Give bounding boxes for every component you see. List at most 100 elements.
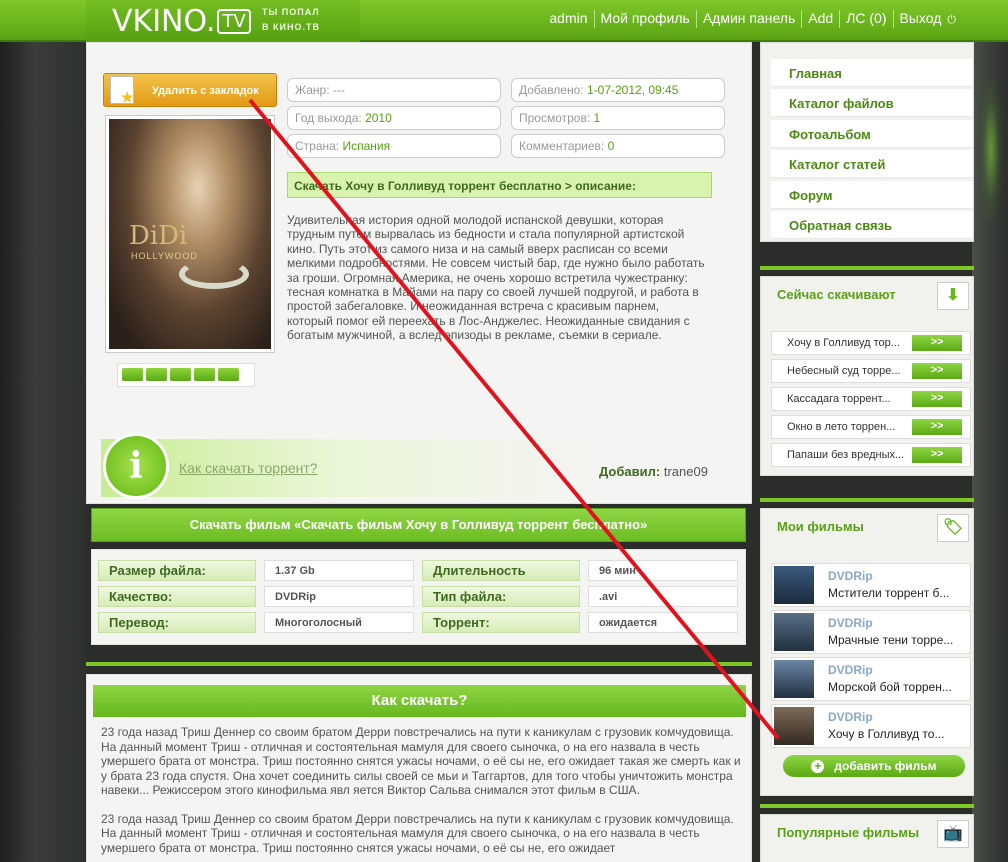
popular-films-header: Популярные фильмы 📺 <box>761 815 973 851</box>
downloading-item[interactable]: Хочу в Голливуд тор... >> <box>771 331 971 355</box>
rating-star-2[interactable] <box>146 368 167 381</box>
sidebar-item-photos[interactable]: Фотоальбом <box>771 120 973 148</box>
my-films-box: Мои фильмы 🏷 DVDRip Мстители торрент б..… <box>760 508 974 796</box>
downloading-item[interactable]: Кассадага торрент... >> <box>771 387 971 411</box>
film-quality: DVDRip <box>828 569 873 583</box>
top-bar: VKINO. TV ты попал в кино.тв admin Мой пр… <box>0 0 1008 42</box>
sidebar-item-feedback[interactable]: Обратная связь <box>771 211 973 239</box>
downloading-item-title: Небесный суд торре... <box>787 365 901 377</box>
downloading-item-title: Папаши без вредных... <box>787 449 905 461</box>
my-film-item[interactable]: DVDRip Морской бой торрен... <box>771 657 971 701</box>
spec-duration-label: Длительность <box>422 560 580 581</box>
film-quality: DVDRip <box>828 710 873 724</box>
film-title: Мрачные тени торре... <box>828 633 954 647</box>
bookmark-label: Удалить с закладок <box>152 85 259 97</box>
my-film-item[interactable]: DVDRip Мрачные тени торре... <box>771 610 971 654</box>
my-film-item[interactable]: DVDRip Мстители торрент б... <box>771 563 971 607</box>
sidebar-item-forum[interactable]: Форум <box>771 181 973 209</box>
remove-bookmark-button[interactable]: Удалить с закладок <box>103 73 277 107</box>
country-value[interactable]: Испания <box>343 139 391 153</box>
sidebar-item-home[interactable]: Главная <box>771 59 973 87</box>
nav-messages[interactable]: ЛС (0) <box>840 10 894 28</box>
film-title: Хочу в Голливуд то... <box>828 727 945 741</box>
info-added: Добавлено: 1-07-2012, 09:45 <box>511 78 725 102</box>
rating-stars[interactable] <box>117 363 255 387</box>
spec-size-value: 1.37 Gb <box>264 560 414 581</box>
film-title: Мстители торрент б... <box>828 586 950 600</box>
popular-films-box: Популярные фильмы 📺 <box>760 814 974 862</box>
logo-text: VKINO. <box>112 4 216 39</box>
go-button[interactable]: >> <box>912 335 962 351</box>
film-thumbnail <box>774 660 814 698</box>
sidebar: Главная Каталог файлов Фотоальбом Катало… <box>760 42 974 862</box>
country-label: Страна: <box>295 139 340 153</box>
site-logo[interactable]: VKINO. TV <box>112 4 251 39</box>
added-value: 1-07-2012, 09:45 <box>586 83 679 97</box>
sidebar-divider-3 <box>760 804 974 808</box>
rating-star-3[interactable] <box>170 368 191 381</box>
film-title: Морской бой торрен... <box>828 680 952 694</box>
nav-add[interactable]: Add <box>802 10 841 28</box>
sidebar-item-articles[interactable]: Каталог статей <box>771 150 973 178</box>
spec-filetype-label: Тип файла: <box>422 586 580 607</box>
background-left <box>0 40 86 862</box>
spec-size-label: Размер файла: <box>98 560 256 581</box>
download-arrow-icon: ⬇ <box>937 282 969 310</box>
howto-paragraph-1: 23 года назад Триш Деннер со своим брато… <box>101 725 741 797</box>
rating-star-1[interactable] <box>122 368 143 381</box>
downloading-item[interactable]: Небесный суд торре... >> <box>771 359 971 383</box>
nav-logout[interactable]: Выход ⏻ <box>894 10 962 28</box>
genre-label: Жанр: <box>295 83 330 97</box>
spec-duration-value: 96 мин <box>588 560 738 581</box>
spec-translation-value: Многоголосный <box>264 612 414 633</box>
howto-text: 23 года назад Триш Деннер со своим брато… <box>101 725 741 862</box>
views-value: 1 <box>593 111 601 125</box>
added-by: Добавил: trane09 <box>599 464 708 479</box>
rating-star-5[interactable] <box>218 368 239 381</box>
howto-link[interactable]: Как скачать торрент? <box>179 460 318 476</box>
go-button[interactable]: >> <box>912 419 962 435</box>
spec-filetype-value: .avi <box>588 586 738 607</box>
info-year: Год выхода: 2010 <box>287 106 501 130</box>
section-divider <box>86 662 752 666</box>
poster-image: DiDi HOLLYWOOD <box>109 119 271 349</box>
nav-my-profile[interactable]: Мой профиль <box>595 10 697 28</box>
downloading-item[interactable]: Папаши без вредных... >> <box>771 443 971 467</box>
poster-necklace <box>179 259 249 289</box>
downloading-item[interactable]: Окно в лето торрен... >> <box>771 415 971 439</box>
howto-title: Как скачать? <box>93 685 746 717</box>
go-button[interactable]: >> <box>912 363 962 379</box>
info-views: Просмотров: 1 <box>511 106 725 130</box>
added-by-user[interactable]: trane09 <box>664 464 708 479</box>
sidebar-nav: Главная Каталог файлов Фотоальбом Катало… <box>760 42 974 242</box>
logout-label: Выход <box>899 10 942 26</box>
tv-icon: 📺 <box>937 820 969 848</box>
howto-panel: Как скачать? 23 года назад Триш Деннер с… <box>86 674 752 862</box>
sidebar-divider-1 <box>760 266 974 270</box>
film-quality: DVDRip <box>828 616 873 630</box>
description-text: Удивительная история одной молодой испан… <box>287 213 705 343</box>
howto-paragraph-2: 23 года назад Триш Деннер со своим брато… <box>101 811 734 855</box>
downloading-now-title: Сейчас скачивают <box>777 287 896 302</box>
nav-admin-panel[interactable]: Админ панель <box>697 10 803 28</box>
spec-torrent-value: ожидается <box>588 612 738 633</box>
nav-admin[interactable]: admin <box>543 10 595 28</box>
info-comments: Комментариев: 0 <box>511 134 725 158</box>
comments-value[interactable]: 0 <box>608 139 615 153</box>
movie-poster[interactable]: DiDi HOLLYWOOD <box>105 115 275 353</box>
download-movie-button[interactable]: Скачать фильм «Скачать фильм Хочу в Голл… <box>91 508 746 542</box>
sidebar-item-files[interactable]: Каталог файлов <box>771 89 973 117</box>
film-thumbnail <box>774 566 814 604</box>
year-value[interactable]: 2010 <box>365 111 392 125</box>
film-quality: DVDRip <box>828 663 873 677</box>
my-film-item[interactable]: DVDRip Хочу в Голливуд то... <box>771 704 971 748</box>
add-film-button[interactable]: + добавить фильм <box>783 755 965 777</box>
spec-quality-value: DVDRip <box>264 586 414 607</box>
go-button[interactable]: >> <box>912 447 962 463</box>
popular-films-title: Популярные фильмы <box>777 825 920 840</box>
logo-tv-badge: TV <box>217 9 251 34</box>
views-label: Просмотров: <box>519 111 591 125</box>
downloading-item-title: Окно в лето торрен... <box>787 421 896 433</box>
rating-star-4[interactable] <box>194 368 215 381</box>
go-button[interactable]: >> <box>912 391 962 407</box>
